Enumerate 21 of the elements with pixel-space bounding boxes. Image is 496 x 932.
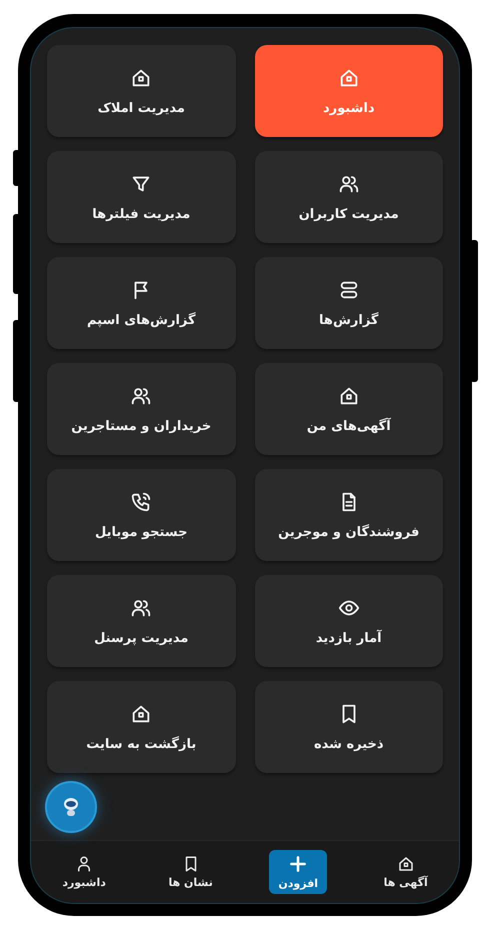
menu-tile[interactable]: مدیریت پرسنل — [47, 575, 236, 667]
plus-icon — [288, 854, 308, 874]
nav-tab[interactable]: آگهی ها — [378, 851, 434, 893]
menu-tile[interactable]: مدیریت کاربران — [254, 151, 443, 243]
menu-tile[interactable]: مدیریت فیلترها — [47, 151, 236, 243]
menu-tile[interactable]: جستجو موبایل — [47, 469, 236, 561]
menu-tile[interactable]: گزارش‌ها — [254, 257, 443, 349]
menu-tile[interactable]: فروشندگان و موجرین — [254, 469, 443, 561]
nav-tab[interactable]: داشبورد — [56, 851, 112, 893]
menu-tile[interactable]: مدیریت املاک — [47, 45, 236, 137]
menu-tile[interactable]: ذخیره شده — [254, 681, 443, 773]
home-icon — [396, 855, 415, 873]
menu-tile[interactable]: آگهی‌های من — [254, 363, 443, 455]
phone-icon — [130, 490, 152, 512]
menu-tile[interactable]: آمار بازدید — [254, 575, 443, 667]
nav-tab[interactable]: نشان ها — [162, 851, 219, 893]
menu-tile[interactable]: بازگشت به سایت — [47, 681, 236, 773]
menu-tile[interactable]: خریداران و مستاجرین — [47, 363, 236, 455]
assistant-button[interactable] — [45, 781, 97, 833]
menu-tile[interactable]: گزارش‌های اسپم — [47, 257, 236, 349]
add-button[interactable]: افزودن — [269, 850, 328, 894]
